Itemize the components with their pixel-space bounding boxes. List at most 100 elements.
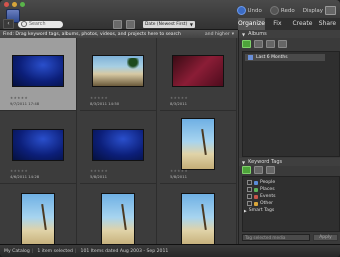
- media-item[interactable]: ★★★★★ 8/3/2011: [160, 38, 237, 111]
- media-date: 8/3/2011 14:50: [90, 101, 120, 106]
- find-bar-text: Find: Drag keyword tags, albums, photos,…: [3, 31, 181, 37]
- media-item[interactable]: ★★★★★ 8/3/2011 14:50: [80, 38, 157, 111]
- star-rating[interactable]: ★★★★★: [170, 96, 188, 100]
- thumbnail-size-icon[interactable]: [113, 19, 122, 29]
- add-tag-icon[interactable]: [242, 166, 251, 174]
- media-item[interactable]: ★★★★★ 9/7/2011 17:48: [0, 38, 77, 111]
- star-rating[interactable]: ★★★★★: [170, 169, 188, 173]
- palm-graphic: [127, 58, 139, 72]
- media-item[interactable]: ★★★★★ 4/6/2011 14:28: [0, 111, 77, 184]
- photo-thumbnail: [101, 193, 135, 244]
- and-higher-label: and higher: [204, 31, 230, 37]
- star-rating[interactable]: ★★★★★: [90, 96, 108, 100]
- media-item[interactable]: ★★★★★ 5/8/2011: [80, 111, 157, 184]
- edit-album-icon[interactable]: [254, 40, 263, 48]
- media-item[interactable]: [80, 184, 157, 244]
- media-item[interactable]: ★★★★★ 5/8/2011: [160, 111, 237, 184]
- edit-tag-icon[interactable]: [254, 166, 263, 174]
- search-icon: [21, 21, 27, 27]
- back-button[interactable]: ‹: [3, 19, 14, 29]
- close-window-icon[interactable]: [4, 2, 9, 7]
- undo-button[interactable]: Undo: [236, 6, 262, 15]
- palm-graphic: [201, 203, 207, 231]
- keyword-tags-title: Keyword Tags: [248, 159, 283, 165]
- palm-graphic: [121, 203, 127, 231]
- expand-triangle-icon: ▶: [244, 208, 247, 213]
- tag-label: Other: [260, 201, 274, 206]
- photo-thumbnail: [92, 129, 144, 161]
- smart-tags-label: Smart Tags: [248, 208, 275, 213]
- apply-button[interactable]: Apply: [313, 234, 338, 241]
- catalog-name[interactable]: My Catalog: [4, 249, 30, 254]
- window-controls: [4, 2, 25, 7]
- star-rating[interactable]: ★★★★★: [10, 96, 28, 100]
- tag-item-people[interactable]: People: [247, 180, 275, 185]
- star-rating[interactable]: ★★★★★: [10, 169, 28, 173]
- photo-thumbnail: [172, 55, 224, 87]
- photo-thumbnail: [12, 55, 64, 87]
- expand-triangle-icon: ▼: [242, 31, 246, 37]
- keyword-tags-header[interactable]: ▼ Keyword Tags: [239, 158, 340, 166]
- smart-tags-item[interactable]: ▶ Smart Tags: [244, 208, 274, 213]
- events-tag-icon: [254, 194, 258, 199]
- tags-toolbar: [242, 166, 275, 174]
- albums-header[interactable]: ▼ Albums: [239, 30, 340, 38]
- tag-input-placeholder: Tag selected media: [245, 235, 286, 240]
- media-date: 5/8/2011: [90, 174, 108, 179]
- grid-view-icon[interactable]: [126, 19, 135, 29]
- rating-filter[interactable]: and higher ▾: [205, 32, 234, 37]
- media-item[interactable]: [0, 184, 77, 244]
- places-tag-icon: [254, 187, 258, 192]
- photo-thumbnail: [12, 129, 64, 161]
- sort-dropdown[interactable]: Date (Newest First) ▼: [143, 20, 195, 28]
- display-button[interactable]: Display: [303, 6, 336, 15]
- redo-icon: [269, 6, 279, 15]
- chevron-down-icon: ▼: [189, 21, 193, 27]
- panel-tabs: Organize Fix Create Share: [238, 18, 340, 30]
- minimize-window-icon[interactable]: [12, 2, 17, 7]
- photo-thumbnail: [92, 55, 144, 87]
- tags-list: People Places Events Other ▶ Smart Tags: [242, 176, 340, 232]
- tag-media-input[interactable]: Tag selected media: [242, 234, 310, 241]
- tag-label: People: [260, 180, 276, 185]
- delete-tag-icon[interactable]: [266, 166, 275, 174]
- tab-share[interactable]: Share: [315, 18, 340, 30]
- top-actions: Undo Redo Display: [236, 6, 336, 15]
- tag-item-other[interactable]: Other: [247, 201, 273, 206]
- star-rating[interactable]: ★★★★★: [90, 169, 108, 173]
- display-icon: [325, 6, 336, 15]
- media-grid: ★★★★★ 9/7/2011 17:48 ★★★★★ 8/3/2011 14:5…: [0, 38, 238, 244]
- tab-create[interactable]: Create: [290, 18, 315, 30]
- sort-value: Date (Newest First): [145, 21, 188, 27]
- date-range: 101 Items dated Aug 2003 - Sep 2011: [80, 249, 169, 254]
- tag-label: Events: [260, 194, 276, 199]
- tab-fix[interactable]: Fix: [265, 18, 290, 30]
- redo-button[interactable]: Redo: [269, 6, 295, 15]
- media-date: 9/7/2011 17:48: [10, 101, 40, 106]
- display-label: Display: [302, 7, 323, 14]
- tab-organize[interactable]: Organize: [238, 18, 265, 30]
- photo-thumbnail: [181, 193, 215, 244]
- search-input[interactable]: Search: [18, 20, 63, 28]
- media-date: 4/6/2011 14:28: [10, 174, 40, 179]
- tag-item-events[interactable]: Events: [247, 194, 276, 199]
- album-options-icon[interactable]: [278, 40, 287, 48]
- album-item[interactable]: Last 6 Months: [245, 54, 325, 61]
- people-tag-icon: [254, 180, 258, 185]
- zoom-window-icon[interactable]: [20, 2, 25, 7]
- search-placeholder: Search: [29, 21, 46, 27]
- media-date: 5/8/2011: [170, 174, 188, 179]
- photo-thumbnail: [21, 193, 55, 244]
- media-item[interactable]: [160, 184, 237, 244]
- albums-list: Last 6 Months: [242, 51, 340, 157]
- delete-album-icon[interactable]: [266, 40, 275, 48]
- view-tools: [113, 19, 135, 29]
- app-window: Undo Redo Display ‹ Search Date (Newest …: [0, 0, 340, 257]
- undo-icon: [236, 6, 246, 15]
- chevron-down-icon: ▾: [231, 31, 234, 37]
- add-album-icon[interactable]: [242, 40, 251, 48]
- selection-count: 1 item selected: [37, 249, 73, 254]
- tag-item-places[interactable]: Places: [247, 187, 275, 192]
- palm-graphic: [41, 203, 47, 231]
- expand-triangle-icon: ▼: [242, 159, 246, 165]
